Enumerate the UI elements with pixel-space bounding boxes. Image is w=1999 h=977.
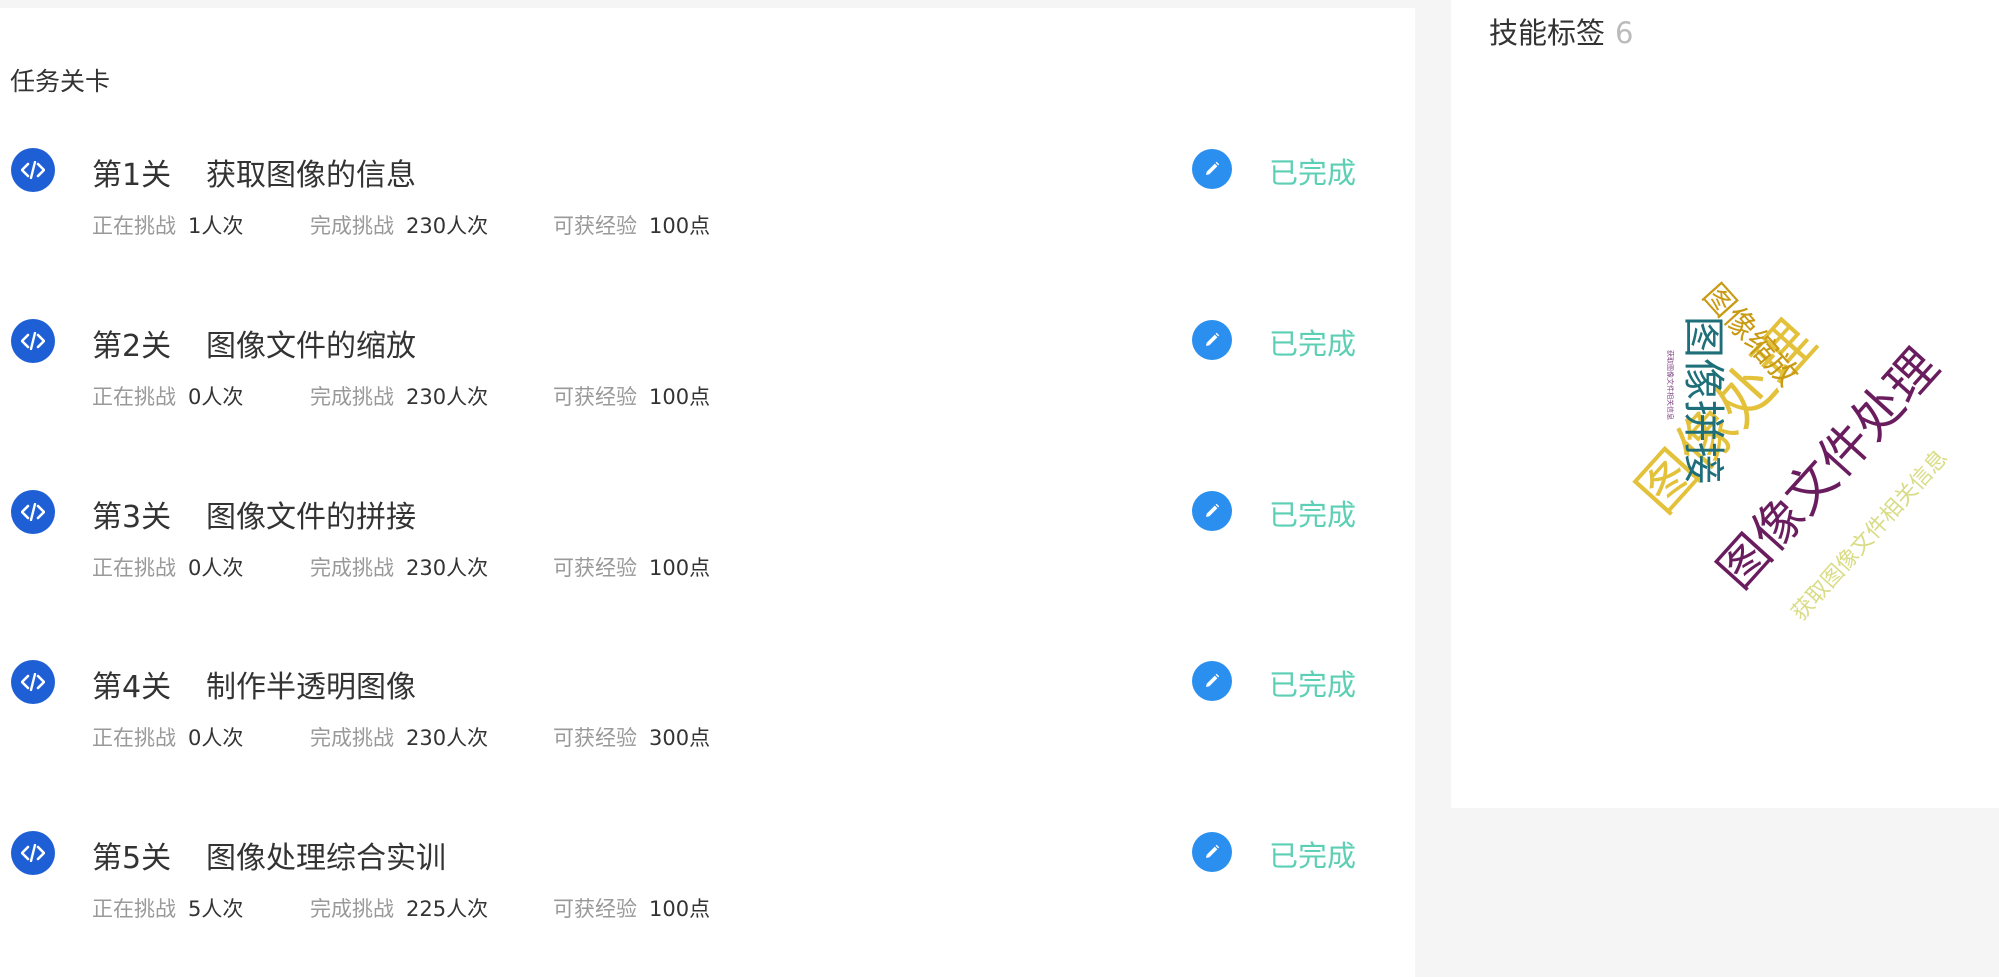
level-name-link[interactable]: 图像文件的拼接 [206,492,416,536]
in-progress-value: 5人次 [188,897,244,921]
status-completed: 已完成 [1269,498,1357,532]
completed-value: 230人次 [406,726,489,750]
code-icon[interactable] [11,319,55,363]
experience-label: 可获经验 [553,897,637,921]
edit-pencil-icon[interactable] [1192,832,1232,872]
experience-label: 可获经验 [553,214,637,238]
completed-value: 230人次 [406,556,489,580]
experience-value: 300点 [649,726,711,750]
code-icon[interactable] [11,148,55,192]
in-progress-label: 正在挑战 [92,214,176,238]
edit-pencil-icon[interactable] [1192,149,1232,189]
edit-pencil-icon[interactable] [1192,320,1232,360]
completed-stat: 完成挑战 230人次 [310,210,488,240]
in-progress-value: 1人次 [188,214,244,238]
completed-value: 225人次 [406,897,489,921]
in-progress-stat: 正在挑战 0人次 [92,722,243,752]
level-number: 第3关 [92,500,172,535]
status-completed: 已完成 [1269,156,1357,190]
completed-label: 完成挑战 [310,556,394,580]
status-completed: 已完成 [1269,839,1357,873]
completed-stat: 完成挑战 230人次 [310,381,488,411]
skill-wordcloud: 图像处理 图像文件处理 图像拼接 图像缩放 获取图像文件相关信息 获取图像文件相… [1623,277,1953,626]
experience-label: 可获经验 [553,385,637,409]
experience-value: 100点 [649,214,711,238]
in-progress-stat: 正在挑战 1人次 [92,210,243,240]
level-item-4: 第4关 制作半透明图像 正在挑战 0人次 完成挑战 230人次 可获经验 300点 已… [0,642,1415,772]
code-icon[interactable] [11,490,55,534]
in-progress-value: 0人次 [188,385,244,409]
status-completed: 已完成 [1269,327,1357,361]
experience-stat: 可获经验 100点 [553,893,710,923]
in-progress-stat: 正在挑战 0人次 [92,552,243,582]
in-progress-label: 正在挑战 [92,556,176,580]
completed-label: 完成挑战 [310,385,394,409]
skill-tags-panel: 技能标签 6 图像处理 图像文件处理 图像拼接 图像缩放 获取图像文件相关信息 获… [1451,0,1999,808]
status-completed: 已完成 [1269,668,1357,702]
level-number: 第5关 [92,841,172,876]
in-progress-stat: 正在挑战 0人次 [92,381,243,411]
completed-stat: 完成挑战 225人次 [310,893,488,923]
in-progress-value: 0人次 [188,726,244,750]
level-name-link[interactable]: 图像文件的缩放 [206,321,416,365]
in-progress-label: 正在挑战 [92,897,176,921]
level-item-1: 第1关 获取图像的信息 正在挑战 1人次 完成挑战 230人次 可获经验 100点 已… [0,130,1415,260]
completed-label: 完成挑战 [310,897,394,921]
task-levels-panel: 任务关卡 第1关 获取图像的信息 正在挑战 1人次 完成挑战 230人次 可获经验 1… [0,8,1415,977]
tag-get-image-info-small[interactable]: 获取图像文件相关信息 [1666,350,1675,420]
experience-label: 可获经验 [553,556,637,580]
experience-value: 100点 [649,897,711,921]
level-item-2: 第2关 图像文件的缩放 正在挑战 0人次 完成挑战 230人次 可获经验 100点 已… [0,301,1415,431]
level-name-link[interactable]: 图像处理综合实训 [206,833,446,877]
completed-label: 完成挑战 [310,214,394,238]
completed-value: 230人次 [406,385,489,409]
completed-stat: 完成挑战 230人次 [310,552,488,582]
level-number: 第1关 [92,158,172,193]
experience-stat: 可获经验 300点 [553,722,710,752]
level-name-link[interactable]: 制作半透明图像 [206,662,416,706]
level-item-3: 第3关 图像文件的拼接 正在挑战 0人次 完成挑战 230人次 可获经验 100点 已… [0,472,1415,602]
level-number: 第2关 [92,329,172,364]
experience-value: 100点 [649,556,711,580]
experience-stat: 可获经验 100点 [553,552,710,582]
in-progress-value: 0人次 [188,556,244,580]
level-item-5: 第5关 图像处理综合实训 正在挑战 5人次 完成挑战 225人次 可获经验 100点 … [0,813,1415,943]
experience-stat: 可获经验 100点 [553,210,710,240]
completed-label: 完成挑战 [310,726,394,750]
edit-pencil-icon[interactable] [1192,491,1232,531]
level-number: 第4关 [92,670,172,705]
tag-image-stitching[interactable]: 图像拼接 [1679,316,1728,484]
code-icon[interactable] [11,660,55,704]
experience-value: 100点 [649,385,711,409]
completed-value: 230人次 [406,214,489,238]
section-title: 任务关卡 [10,67,111,96]
in-progress-label: 正在挑战 [92,385,176,409]
in-progress-label: 正在挑战 [92,726,176,750]
completed-stat: 完成挑战 230人次 [310,722,488,752]
edit-pencil-icon[interactable] [1192,661,1232,701]
level-name-link[interactable]: 获取图像的信息 [206,150,416,194]
experience-label: 可获经验 [553,726,637,750]
code-icon[interactable] [11,831,55,875]
experience-stat: 可获经验 100点 [553,381,710,411]
in-progress-stat: 正在挑战 5人次 [92,893,243,923]
